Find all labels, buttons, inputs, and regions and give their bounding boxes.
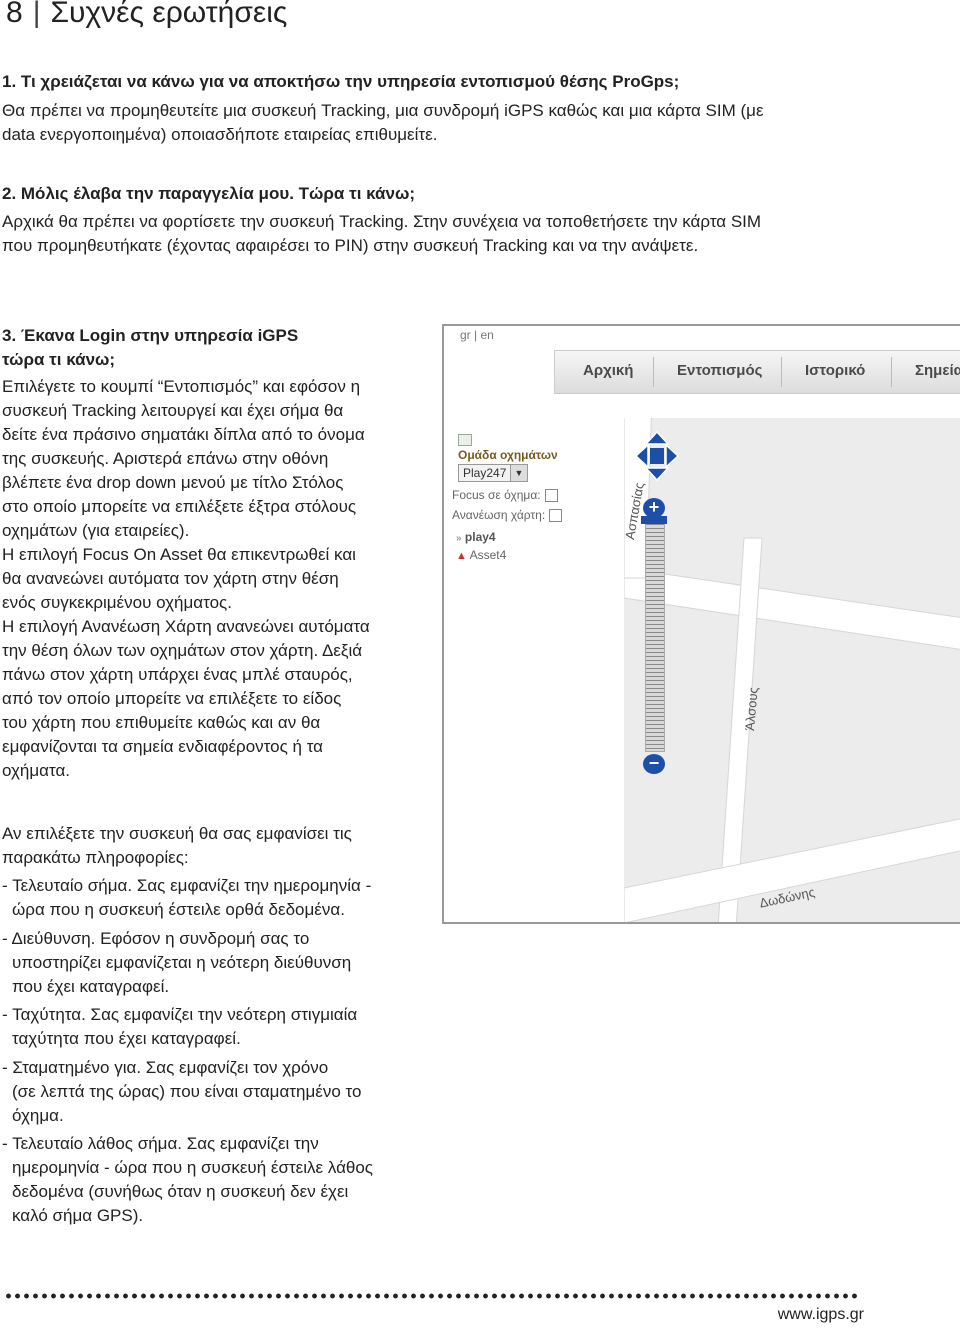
road-horizontal [624, 567, 960, 650]
info-item-last-signal: - Τελευταίο σήμα. Σας εμφανίζει την ημερ… [2, 874, 371, 922]
nav-divider [653, 357, 654, 387]
refresh-checkbox[interactable] [549, 509, 563, 523]
answer-2-line: Αρχικά θα πρέπει να φορτίσετε την συσκευ… [2, 212, 762, 231]
info-item-last-error: - Τελευταίο λάθος σήμα. Σας εμφανίζει τη… [2, 1132, 373, 1228]
answer-3-line: Η επιλογή Focus On Asset θα επικεντρωθεί… [2, 545, 356, 564]
answer-3-line: Επιλέγετε το κουμπί “Εντοπισμός” και εφό… [2, 377, 361, 396]
info-item-address: - Διεύθυνση. Εφόσον η συνδρομή σας το υπ… [2, 927, 351, 999]
info-item-line: ταχύτητα που έχει καταγραφεί. [12, 1029, 241, 1048]
chevron-down-icon: ▼ [510, 465, 527, 481]
answer-3-line: οχήματα. [2, 761, 71, 780]
vehicle-name: Asset4 [469, 548, 507, 562]
info-item-speed: - Ταχύτητα. Σας εμφανίζει την νεότερη στ… [2, 1003, 357, 1051]
answer-3-line: δείτε ένα πράσινο σηματάκι δίπλα από το … [2, 425, 365, 444]
nav-tracking[interactable]: Εντοπισμός [677, 362, 762, 379]
answer-3-line: την θέση όλων των οχημάτων στον χάρτη. Δ… [2, 641, 363, 660]
app-screenshot: gr | en Αρχική Εντοπισμός Ιστορικό Σημεί… [442, 324, 960, 924]
question-3: 3. Έκανα Login στην υπηρεσία iGPS τώρα τ… [2, 324, 298, 372]
focus-row: Focus σε όχημα: [452, 488, 558, 503]
info-item-line: (σε λεπτά της ώρας) που είναι σταματημέν… [12, 1082, 362, 1101]
answer-3-line: Η επιλογή Ανανέωση Χάρτη ανανεώνει αυτόμ… [2, 617, 370, 636]
nav-history[interactable]: Ιστορικό [805, 362, 865, 379]
nav-points[interactable]: Σημεία [915, 362, 960, 379]
vehicle-group-select[interactable]: Play247 ▼ [458, 464, 528, 482]
header-separator: | [32, 0, 41, 29]
answer-2: Αρχικά θα πρέπει να φορτίσετε την συσκευ… [2, 210, 761, 258]
road-dodonis [624, 818, 960, 922]
answer-1: Θα πρέπει να προμηθευτείτε μια συσκευή T… [2, 99, 764, 147]
vehicle-group-label: Ομάδα οχημάτων [458, 448, 558, 462]
refresh-label: Ανανέωση χάρτη: [452, 508, 546, 522]
info-intro: Αν επιλέξετε την συσκευή θα σας εμφανίσε… [2, 822, 352, 870]
info-intro-line: παρακάτω πληροφορίες: [2, 848, 189, 867]
nav-divider [781, 357, 782, 387]
nav-home[interactable]: Αρχική [583, 362, 633, 379]
zoom-in-button[interactable]: + [643, 498, 665, 518]
answer-3-line: στο οποίο μπορείτε να επιλέξετε έξτρα στ… [2, 497, 357, 516]
answer-3-line: της συσκευής. Αριστερά επάνω στην οθόνη [2, 449, 329, 468]
answer-3-line: εμφανίζονται τα σημεία ενδιαφέροντος ή τ… [2, 737, 323, 756]
info-item-stopped: - Σταματημένο για. Σας εμφανίζει τον χρό… [2, 1056, 361, 1128]
pan-control-icon[interactable] [634, 430, 680, 482]
language-switch: gr | en [460, 328, 494, 342]
answer-3-line: ενός συγκεκριμένου οχήματος. [2, 593, 232, 612]
focus-checkbox[interactable] [544, 489, 558, 503]
answer-2-line: που προμηθευτήκατε (έχοντας αφαιρέσει το… [2, 236, 699, 255]
info-item-line: - Ταχύτητα. Σας εμφανίζει την νεότερη στ… [2, 1005, 358, 1024]
lang-gr-link[interactable]: gr [460, 328, 471, 342]
question-2: 2. Μόλις έλαβα την παραγγελία μου. Τώρα … [2, 184, 415, 203]
zoom-slider-handle[interactable] [641, 516, 667, 524]
vehicle-item[interactable]: » play4 [456, 530, 496, 544]
info-item-line: όχημα. [12, 1106, 64, 1125]
info-item-line: υποστηρίζει εμφανίζεται η νεότερη διεύθυ… [12, 953, 352, 972]
question-3-line: 3. Έκανα Login στην υπηρεσία iGPS [2, 326, 299, 345]
answer-1-line: data ενεργοποιημένα) οποιασδήποτε εταιρε… [2, 125, 438, 144]
nav-divider [891, 357, 892, 387]
info-item-line: - Διεύθυνση. Εφόσον η συνδρομή σας το [2, 929, 310, 948]
panel-toggle-icon[interactable] [458, 434, 472, 446]
info-item-line: ώρα που η συσκευή έστειλε ορθά δεδομένα. [12, 900, 345, 919]
page-number: 8 [6, 0, 23, 29]
refresh-row: Ανανέωση χάρτη: [452, 508, 563, 523]
info-intro-line: Αν επιλέξετε την συσκευή θα σας εμφανίσε… [2, 824, 352, 843]
vehicle-item[interactable]: ▲ Asset4 [456, 548, 506, 562]
footer-url[interactable]: www.igps.gr [778, 1306, 864, 1324]
page-title: Συχνές ερωτήσεις [50, 0, 288, 29]
info-item-line: δεδομένα (συνήθως όταν η συσκευή δεν έχε… [12, 1182, 349, 1201]
answer-3: Επιλέγετε το κουμπί “Εντοπισμός” και εφό… [2, 375, 370, 783]
lang-en-link[interactable]: en [480, 328, 493, 342]
alert-icon: ▲ [456, 550, 467, 562]
answer-3-line: πάνω στον χάρτη υπάρχει ένας μπλέ σταυρό… [2, 665, 353, 684]
map-view[interactable]: Ασπασίας Άλσους Δωδώνης [622, 418, 960, 922]
vehicle-name: play4 [464, 530, 496, 544]
answer-3-line: από τον οποίο μπορείτε να επιλέξετε το ε… [2, 689, 342, 708]
map-roads [624, 418, 960, 922]
info-item-line: ημερομηνία - ώρα που η συσκευή έστειλε λ… [12, 1158, 374, 1177]
vehicle-group-value: Play247 [463, 466, 507, 480]
answer-3-line: βλέπετε ένα drop down μενού με τίτλο Στό… [2, 473, 344, 492]
answer-3-line: οχημάτων (για εταιρείες). [2, 521, 190, 540]
main-nav: Αρχική Εντοπισμός Ιστορικό Σημεία [554, 350, 960, 394]
footer-dotted-rule [4, 1291, 860, 1301]
answer-3-line: του χάρτη που επιθυμείτε καθώς και αν θα [2, 713, 321, 732]
focus-label: Focus σε όχημα: [452, 488, 541, 502]
answer-3-line: θα ανανεώνει αυτόματα τον χάρτη στην θέσ… [2, 569, 339, 588]
info-item-line: που έχει καταγραφεί. [12, 977, 170, 996]
answer-3-line: συσκευή Tracking λειτουργεί και έχει σήμ… [2, 401, 344, 420]
info-item-line: - Σταματημένο για. Σας εμφανίζει τον χρό… [2, 1058, 329, 1077]
answer-1-line: Θα πρέπει να προμηθευτείτε μια συσκευή T… [2, 101, 764, 120]
page-header: 8 | Συχνές ερωτήσεις [6, 0, 287, 30]
zoom-slider-track[interactable] [645, 520, 665, 752]
expand-icon: » [456, 533, 462, 544]
question-3-line: τώρα τι κάνω; [2, 350, 116, 369]
lang-separator: | [474, 328, 478, 342]
question-1: 1. Τι χρειάζεται να κάνω για να αποκτήσω… [2, 72, 680, 91]
info-item-line: - Τελευταίο λάθος σήμα. Σας εμφανίζει τη… [2, 1134, 319, 1153]
info-item-line: - Τελευταίο σήμα. Σας εμφανίζει την ημερ… [2, 876, 372, 895]
zoom-out-button[interactable]: − [643, 754, 665, 774]
info-item-line: καλό σήμα GPS). [12, 1206, 144, 1225]
